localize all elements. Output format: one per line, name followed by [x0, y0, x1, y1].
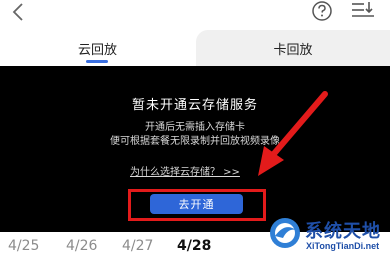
date-item[interactable]: 4/27 [122, 238, 153, 254]
sort-list-icon[interactable] [350, 0, 376, 22]
why-cloud-storage-link[interactable]: 为什么选择云存储？ >> [130, 163, 240, 178]
date-item-selected[interactable]: 4/28 [177, 238, 211, 254]
chevron-left-icon[interactable] [10, 2, 26, 22]
cloud-storage-promo-panel: 暂未开通云存储服务 开通后无需插入存储卡 便可根据套餐无限录制并回放视频录像 为… [0, 66, 390, 232]
playback-tabs: 云回放 卡回放 [0, 30, 390, 66]
panel-title: 暂未开通云存储服务 [131, 98, 258, 113]
date-item[interactable]: 4/25 [8, 238, 39, 254]
tab-label: 卡回放 [273, 42, 313, 58]
panel-description: 开通后无需插入存储卡 [145, 122, 245, 133]
cloud-playback-screen: 云回放 卡回放 暂未开通云存储服务 开通后无需插入存储卡 便可根据套餐无限录制并… [0, 0, 390, 260]
tab-label: 云回放 [77, 42, 117, 58]
active-tab-indicator [86, 60, 108, 63]
open-service-button[interactable]: 去开通 [150, 194, 243, 214]
top-nav-bar [0, 0, 390, 30]
tab-card-playback[interactable]: 卡回放 [196, 30, 390, 66]
date-item[interactable]: 4/26 [66, 238, 97, 254]
red-arrow-annotation [258, 91, 328, 176]
watermark-site: XiTongTianDi.net [306, 241, 380, 251]
watermark-logo-icon [270, 218, 300, 248]
question-circle-icon[interactable] [311, 0, 333, 22]
panel-description: 便可根据套餐无限录制并回放视频录像 [110, 136, 280, 147]
watermark-name: 系统天地 [305, 221, 381, 242]
